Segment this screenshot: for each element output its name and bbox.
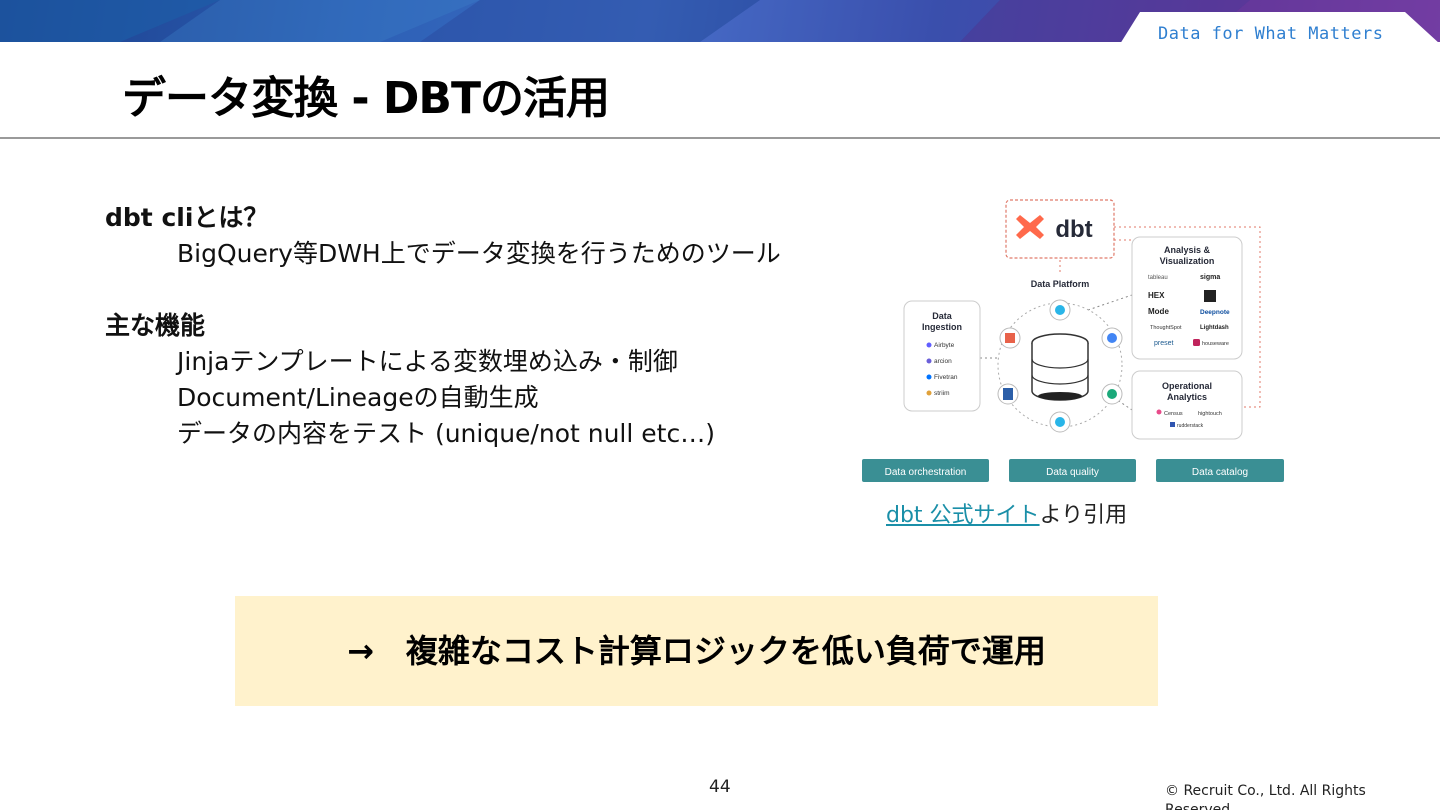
operational-tool: Census bbox=[1164, 411, 1183, 417]
section-body-dbt-cli: BigQuery等DWH上でデータ変換を行うためのツール bbox=[177, 239, 781, 268]
title-divider bbox=[0, 137, 1440, 139]
feature-item: Document/Lineageの自動生成 bbox=[177, 383, 539, 412]
callout-text: → 複雑なコスト計算ロジックを低い負荷で運用 bbox=[347, 632, 1046, 670]
analysis-tool: sigma bbox=[1200, 274, 1220, 281]
feature-item: データの内容をテスト (unique/not null etc…) bbox=[177, 419, 715, 448]
ingestion-tool: striim bbox=[934, 390, 950, 397]
citation-suffix: より引用 bbox=[1039, 503, 1128, 528]
dbt-ecosystem-diagram: dbt Data Platform Data Ingestion Airbyte… bbox=[862, 199, 1284, 482]
ingestion-tool: arcion bbox=[934, 358, 952, 365]
operational-card: Operational Analytics Census hightouch r… bbox=[1131, 370, 1243, 440]
analysis-title-1: Analysis & bbox=[1164, 245, 1211, 255]
copyright-notice: © Recruit Co., Ltd. All Rights Reserved bbox=[1165, 783, 1366, 810]
image-citation: dbt 公式サイトより引用 bbox=[886, 497, 1127, 529]
ingestion-title-1: Data bbox=[932, 311, 953, 321]
analysis-tool: houseware bbox=[1202, 341, 1229, 347]
ingestion-card: Data Ingestion Airbyte arcion Fivetran s… bbox=[903, 300, 981, 412]
data-quality-label: Data quality bbox=[1046, 467, 1099, 478]
brand-tagline: Data for What Matters bbox=[1158, 24, 1384, 44]
operational-tool: rudderstack bbox=[1177, 423, 1204, 429]
data-platform-label: Data Platform bbox=[1031, 279, 1090, 289]
analysis-tool: preset bbox=[1154, 340, 1174, 347]
callout-box: → 複雑なコスト計算ロジックを低い負荷で運用 bbox=[235, 596, 1158, 706]
analysis-tool: ThoughtSpot bbox=[1150, 325, 1182, 331]
dbt-official-site-link[interactable]: dbt 公式サイト bbox=[886, 503, 1040, 528]
analysis-tool: Deepnote bbox=[1200, 309, 1230, 316]
analysis-title-2: Visualization bbox=[1160, 256, 1215, 266]
ingestion-tool: Fivetran bbox=[934, 374, 958, 381]
section-heading-features: 主な機能 bbox=[105, 311, 206, 340]
diagram-bottom-bar: Data orchestration Data quality Data cat… bbox=[862, 459, 1284, 482]
page-number: 44 bbox=[709, 777, 731, 797]
ingestion-tool: Airbyte bbox=[934, 342, 955, 349]
feature-item: Jinjaテンプレートによる変数埋め込み・制御 bbox=[177, 347, 678, 376]
dbt-logo-text: dbt bbox=[1055, 216, 1092, 243]
analysis-tool: HEX bbox=[1148, 291, 1165, 300]
page-title: データ変換 - DBTの活用 bbox=[122, 73, 610, 124]
data-orchestration-label: Data orchestration bbox=[885, 467, 967, 478]
body-text: dbt cliとは？ BigQuery等DWH上でデータ変換を行うためのツール … bbox=[105, 200, 845, 452]
analysis-tool: Lightdash bbox=[1200, 325, 1229, 331]
analysis-card: Analysis & Visualization tableau sigma H… bbox=[1131, 236, 1243, 360]
operational-tool: hightouch bbox=[1198, 411, 1222, 417]
analysis-tool: Mode bbox=[1148, 307, 1169, 316]
operational-title-1: Operational bbox=[1162, 381, 1212, 391]
analysis-tool: tableau bbox=[1148, 275, 1168, 281]
ingestion-title-2: Ingestion bbox=[922, 322, 962, 332]
database-icon bbox=[1031, 333, 1089, 401]
section-heading-dbt-cli: dbt cliとは？ bbox=[105, 203, 269, 232]
data-catalog-label: Data catalog bbox=[1192, 467, 1248, 478]
operational-title-2: Analytics bbox=[1167, 392, 1207, 402]
